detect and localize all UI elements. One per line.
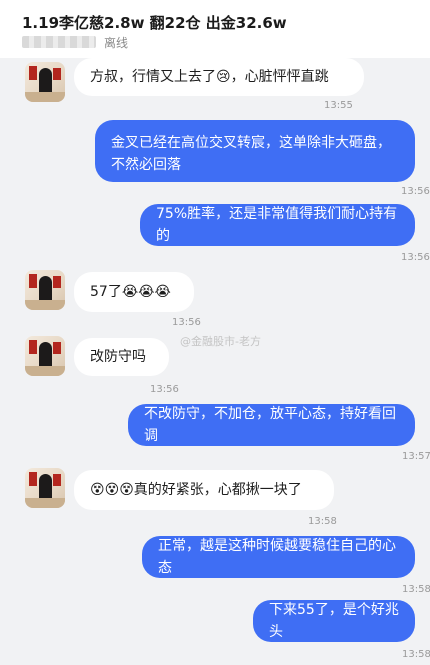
outgoing-message-bubble[interactable]: 金叉已经在高位交叉转宸，这单除非大砸盘，不然必回落 (95, 120, 415, 182)
message-timestamp: 13:55 (324, 100, 353, 111)
chat-title: 1.19李亿慈2.8w 翻22仓 出金32.6w (22, 14, 287, 32)
contact-avatar[interactable] (25, 336, 65, 376)
contact-avatar[interactable] (25, 270, 65, 310)
incoming-message-bubble[interactable]: 改防守吗 (74, 338, 169, 376)
message-timestamp: 13:56 (401, 252, 430, 263)
message-text: 金叉已经在高位交叉转宸，这单除非大砸盘，不然必回落 (111, 135, 391, 173)
message-timestamp: 13:56 (150, 384, 179, 395)
contact-status-row: 离线 (22, 34, 128, 50)
blurred-contact-name (22, 36, 96, 48)
message-timestamp: 13:56 (172, 317, 201, 328)
contact-avatar[interactable] (25, 62, 65, 102)
message-timestamp: 13:58 (402, 649, 430, 660)
incoming-message-bubble[interactable]: 57了😭😭😭 (74, 272, 194, 312)
outgoing-message-bubble[interactable]: 不改防守，不加仓，放平心态，持好看回调 (128, 404, 415, 446)
message-text: 不改防守，不加仓，放平心态，持好看回调 (144, 406, 396, 444)
incoming-message-bubble[interactable]: 😵😵😵真的好紧张，心都揪一块了 (74, 470, 334, 510)
message-timestamp: 13:58 (402, 584, 430, 595)
watermark: @金融股市-老方 (180, 335, 261, 348)
message-text: 方叔，行情又上去了😢，心脏怦怦直跳 (90, 69, 329, 85)
message-list[interactable]: 方叔，行情又上去了😢，心脏怦怦直跳 13:55 金叉已经在高位交叉转宸，这单除非… (0, 58, 430, 665)
contact-avatar[interactable] (25, 468, 65, 508)
chat-header: 1.19李亿慈2.8w 翻22仓 出金32.6w 离线 (0, 0, 430, 58)
online-status: 离线 (104, 35, 129, 50)
message-timestamp: 13:58 (308, 516, 337, 527)
message-text: 正常，越是这种时候越要稳住自己的心态 (158, 538, 396, 576)
outgoing-message-bubble[interactable]: 75%胜率，还是非常值得我们耐心持有的 (140, 204, 415, 246)
message-text: 改防守吗 (90, 349, 146, 365)
incoming-message-bubble[interactable]: 方叔，行情又上去了😢，心脏怦怦直跳 (74, 58, 364, 96)
message-timestamp: 13:56 (401, 186, 430, 197)
message-text: 下来55了，是个好兆头 (269, 602, 399, 640)
outgoing-message-bubble[interactable]: 正常，越是这种时候越要稳住自己的心态 (142, 536, 415, 578)
message-text: 😵😵😵真的好紧张，心都揪一块了 (90, 482, 302, 498)
outgoing-message-bubble[interactable]: 下来55了，是个好兆头 (253, 600, 415, 642)
message-timestamp: 13:57 (402, 451, 430, 462)
message-text: 75%胜率，还是非常值得我们耐心持有的 (156, 206, 398, 244)
message-text: 57了😭😭😭 (90, 284, 171, 300)
